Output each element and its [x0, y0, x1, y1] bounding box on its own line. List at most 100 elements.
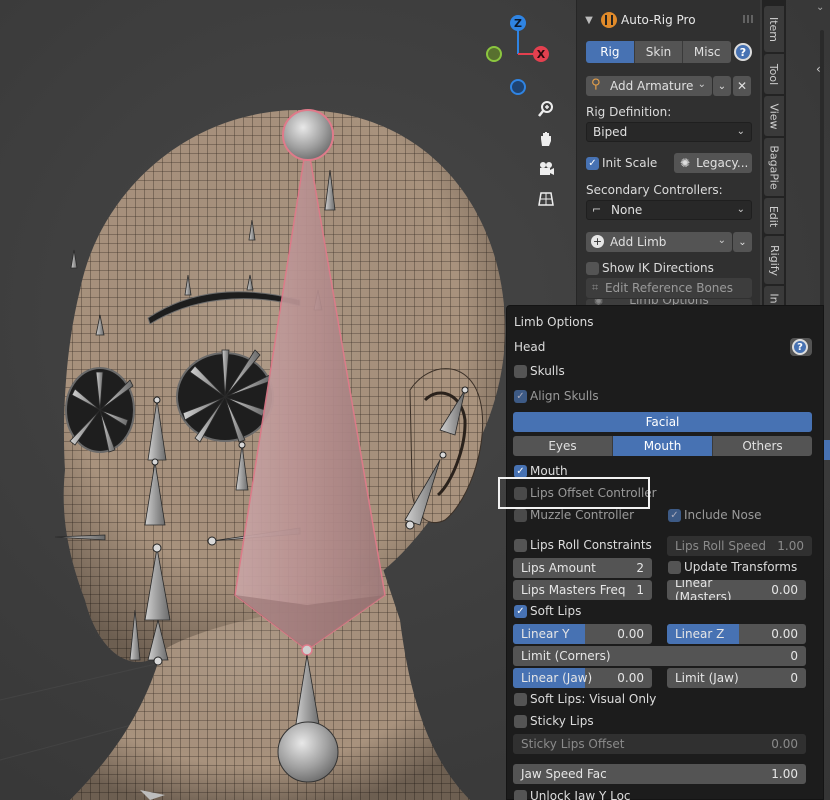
- help-button[interactable]: ?: [734, 43, 752, 61]
- jaw-speed-fac-label: Jaw Speed Fac: [521, 767, 607, 781]
- limit-jaw-field[interactable]: Limit (Jaw) 0: [667, 668, 806, 688]
- linear-y-label: Linear Y: [521, 627, 570, 641]
- linear-z-label: Linear Z: [675, 627, 725, 641]
- align-skulls-label: Align Skulls: [530, 389, 599, 403]
- gizmo-axis-neg-z[interactable]: [510, 79, 526, 95]
- align-skulls-checkbox[interactable]: ✓: [514, 390, 527, 403]
- facial-toggle-button[interactable]: Facial: [513, 412, 812, 432]
- unlock-jaw-y-loc-checkbox[interactable]: [514, 790, 527, 800]
- mouth-label: Mouth: [530, 464, 568, 478]
- include-nose-label: Include Nose: [684, 508, 762, 522]
- skulls-label: Skulls: [530, 364, 565, 378]
- tab-item[interactable]: Item: [764, 6, 784, 52]
- linear-masters-field[interactable]: Linear (Masters) 0.00: [667, 580, 806, 600]
- add-limb-label: Add Limb: [610, 235, 667, 249]
- soft-lips-visual-only-checkbox[interactable]: [514, 693, 527, 706]
- lips-roll-speed-field[interactable]: Lips Roll Speed 1.00: [667, 536, 812, 556]
- show-ik-directions-label: Show IK Directions: [602, 261, 714, 275]
- chevron-down-icon: ⌄: [736, 204, 745, 215]
- remove-armature-button[interactable]: ✕: [733, 76, 751, 96]
- camera-view-icon[interactable]: [533, 156, 559, 182]
- gizmo-axis-neg-y[interactable]: [486, 46, 502, 62]
- tab-bagapie[interactable]: BagaPie: [764, 138, 784, 196]
- jaw-speed-fac-field[interactable]: Jaw Speed Fac 1.00: [513, 764, 806, 784]
- sticky-lips-offset-value: 0.00: [771, 737, 798, 751]
- muzzle-controller-checkbox[interactable]: [514, 509, 527, 522]
- linear-jaw-field[interactable]: Linear (Jaw) 0.00: [513, 668, 652, 688]
- soft-lips-checkbox[interactable]: ✓: [514, 605, 527, 618]
- update-transforms-checkbox[interactable]: [668, 561, 681, 574]
- tab-edit[interactable]: Edit: [764, 198, 784, 234]
- chevron-down-icon[interactable]: ▼: [581, 15, 597, 26]
- rig-definition-dropdown[interactable]: Biped ⌄: [586, 122, 752, 142]
- ortho-grid-icon[interactable]: [533, 186, 559, 212]
- popup-title: Limb Options: [514, 315, 594, 329]
- show-ik-directions-checkbox[interactable]: [586, 262, 599, 275]
- limit-corners-value: 0: [790, 649, 798, 663]
- drag-grip-icon[interactable]: [743, 15, 755, 23]
- facial-tabs: Eyes Mouth Others: [513, 436, 812, 456]
- sticky-lips-label: Sticky Lips: [530, 714, 594, 728]
- lips-amount-field[interactable]: Lips Amount 2: [513, 558, 652, 578]
- linear-jaw-value: 0.00: [617, 671, 644, 685]
- linear-z-field[interactable]: Linear Z 0.00: [667, 624, 806, 644]
- linear-y-field[interactable]: Linear Y 0.00: [513, 624, 652, 644]
- secondary-controllers-dropdown[interactable]: ⌐ None ⌄: [586, 200, 752, 220]
- update-transforms-label: Update Transforms: [684, 560, 798, 574]
- soft-lips-visual-only-label: Soft Lips: Visual Only: [530, 692, 657, 706]
- add-limb-dropdown[interactable]: + Add Limb ⌄: [586, 232, 732, 252]
- sticky-lips-checkbox[interactable]: [514, 715, 527, 728]
- tab-misc[interactable]: Misc: [683, 41, 731, 63]
- plus-circle-icon: +: [591, 235, 604, 248]
- panel-header[interactable]: ▼ Auto-Rig Pro: [577, 8, 761, 32]
- init-scale-checkbox[interactable]: ✓: [586, 157, 599, 170]
- panel-title: Auto-Rig Pro: [621, 13, 696, 27]
- lips-masters-freq-label: Lips Masters Freq: [521, 583, 626, 597]
- limb-options-menu-button[interactable]: ⌄: [733, 232, 752, 252]
- chevron-down-icon: ⌄: [738, 236, 747, 248]
- linear-jaw-label: Linear (Jaw): [521, 671, 593, 685]
- chevron-down-icon[interactable]: ⌄: [816, 2, 824, 13]
- skulls-checkbox[interactable]: [514, 365, 527, 378]
- lips-amount-value: 2: [636, 561, 644, 575]
- linear-z-value: 0.00: [771, 627, 798, 641]
- sidebar-tabs: Item Tool View BagaPie Edit Rigify In: [762, 0, 786, 310]
- limb-options-popup: Limb Options Head ? ? Skulls ✓ Align Sku…: [506, 305, 824, 800]
- head-bone-tip[interactable]: [282, 109, 334, 161]
- tab-skin[interactable]: Skin: [634, 41, 684, 63]
- legacy-button[interactable]: ✺ Legacy...: [674, 153, 752, 173]
- limit-corners-field[interactable]: Limit (Corners) 0: [513, 646, 806, 666]
- tab-rigify[interactable]: Rigify: [764, 236, 784, 284]
- auto-rig-pro-logo-icon: [601, 12, 617, 28]
- pan-hand-icon[interactable]: [533, 126, 559, 152]
- lips-amount-label: Lips Amount: [521, 561, 596, 575]
- tab-view[interactable]: View: [764, 96, 784, 136]
- tab-others[interactable]: Others: [713, 436, 812, 456]
- secondary-controllers-value: None: [611, 203, 643, 217]
- include-nose-checkbox[interactable]: ✓: [668, 509, 681, 522]
- zoom-icon[interactable]: [533, 96, 559, 122]
- bone-edit-icon: ⌗: [592, 281, 599, 294]
- sticky-lips-offset-field[interactable]: Sticky Lips Offset 0.00: [513, 734, 806, 754]
- neck-bone-sphere: [277, 721, 339, 783]
- tab-mouth[interactable]: Mouth: [613, 436, 713, 456]
- armature-options-button[interactable]: ⌄: [713, 76, 731, 96]
- soft-lips-label: Soft Lips: [530, 604, 582, 618]
- secondary-controllers-label: Secondary Controllers:: [586, 183, 723, 197]
- linear-masters-label: Linear (Masters): [675, 580, 732, 600]
- tab-rig[interactable]: Rig: [586, 41, 635, 63]
- chevron-down-icon: ⌄: [717, 235, 726, 246]
- rig-definition-value: Biped: [593, 125, 628, 139]
- jaw-speed-fac-value: 1.00: [771, 767, 798, 781]
- lips-roll-constraints-checkbox[interactable]: [514, 539, 527, 552]
- edit-reference-bones-button[interactable]: ⌗ Edit Reference Bones: [586, 278, 752, 298]
- rig-definition-label: Rig Definition:: [586, 105, 672, 119]
- tab-eyes[interactable]: Eyes: [513, 436, 613, 456]
- lips-masters-freq-field[interactable]: Lips Masters Freq 1: [513, 580, 652, 600]
- sticky-lips-offset-label: Sticky Lips Offset: [521, 737, 625, 751]
- limit-corners-label: Limit (Corners): [521, 649, 611, 663]
- bone-controller-icon: ⌐: [592, 203, 602, 216]
- tab-tool[interactable]: Tool: [764, 54, 784, 94]
- add-armature-dropdown[interactable]: ⚲ Add Armature ⌄: [586, 76, 712, 96]
- linear-masters-value: 0.00: [771, 583, 798, 597]
